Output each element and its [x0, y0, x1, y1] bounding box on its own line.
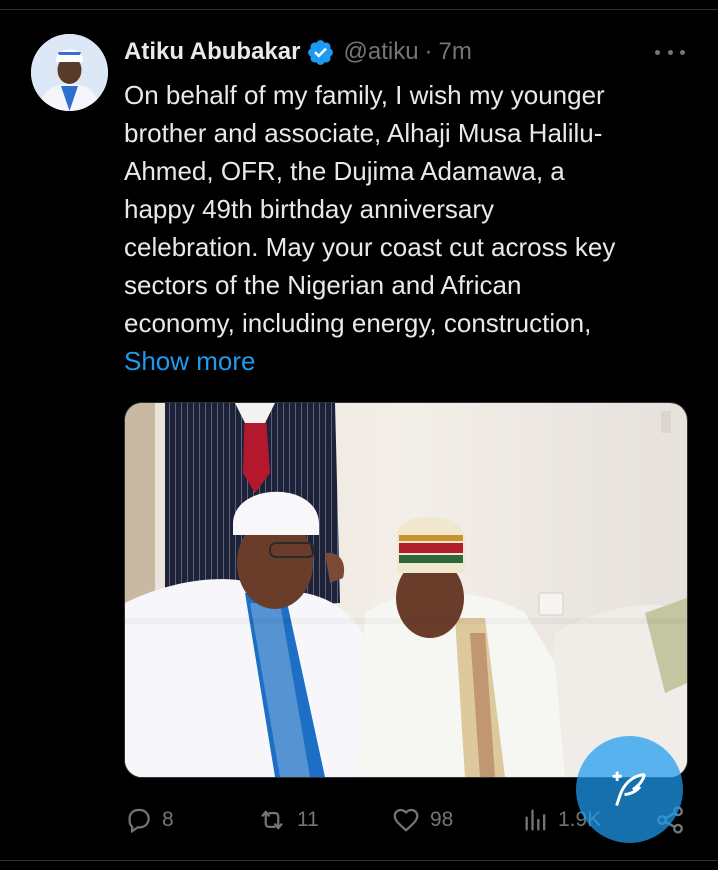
heart-icon	[393, 808, 419, 832]
tweet-header: Atiku Abubakar @atiku · 7m	[124, 36, 472, 68]
more-options-icon[interactable]	[655, 42, 685, 62]
timestamp[interactable]: 7m	[439, 38, 472, 66]
reply-icon	[128, 808, 150, 834]
tweet-line: happy 49th birthday anniversary	[124, 194, 495, 224]
compose-feather-icon	[612, 771, 646, 806]
show-more-link[interactable]: Show more	[124, 342, 256, 380]
separator-dot: ·	[424, 38, 433, 65]
repost-button[interactable]: 11	[255, 800, 319, 840]
top-divider	[0, 9, 718, 10]
tweet-line: On behalf of my family, I wish my younge…	[124, 80, 605, 110]
repost-count: 11	[297, 808, 319, 831]
tweet-line: economy, including energy, construction,	[124, 308, 592, 338]
reply-count: 8	[162, 808, 174, 831]
analytics-icon	[525, 809, 546, 831]
compose-button[interactable]	[576, 736, 683, 843]
verified-badge-icon	[308, 39, 334, 65]
tweet-photo[interactable]	[124, 402, 688, 778]
repost-icon	[261, 810, 283, 830]
like-count: 98	[430, 808, 454, 831]
tweet-line: celebration. May your coast cut across k…	[124, 232, 616, 262]
tweet-line: sectors of the Nigerian and African	[124, 270, 522, 300]
tweet-line: Ahmed, OFR, the Dujima Adamawa, a	[124, 156, 565, 186]
author-name[interactable]: Atiku Abubakar	[124, 38, 300, 66]
author-handle[interactable]: @atiku	[343, 38, 418, 66]
tweet-line: brother and associate, Alhaji Musa Halil…	[124, 118, 603, 148]
avatar[interactable]	[31, 34, 108, 111]
bottom-divider	[0, 860, 718, 861]
tweet-text: On behalf of my family, I wish my younge…	[124, 76, 684, 342]
like-button[interactable]: 98	[390, 800, 453, 840]
reply-button[interactable]: 8	[124, 800, 174, 840]
